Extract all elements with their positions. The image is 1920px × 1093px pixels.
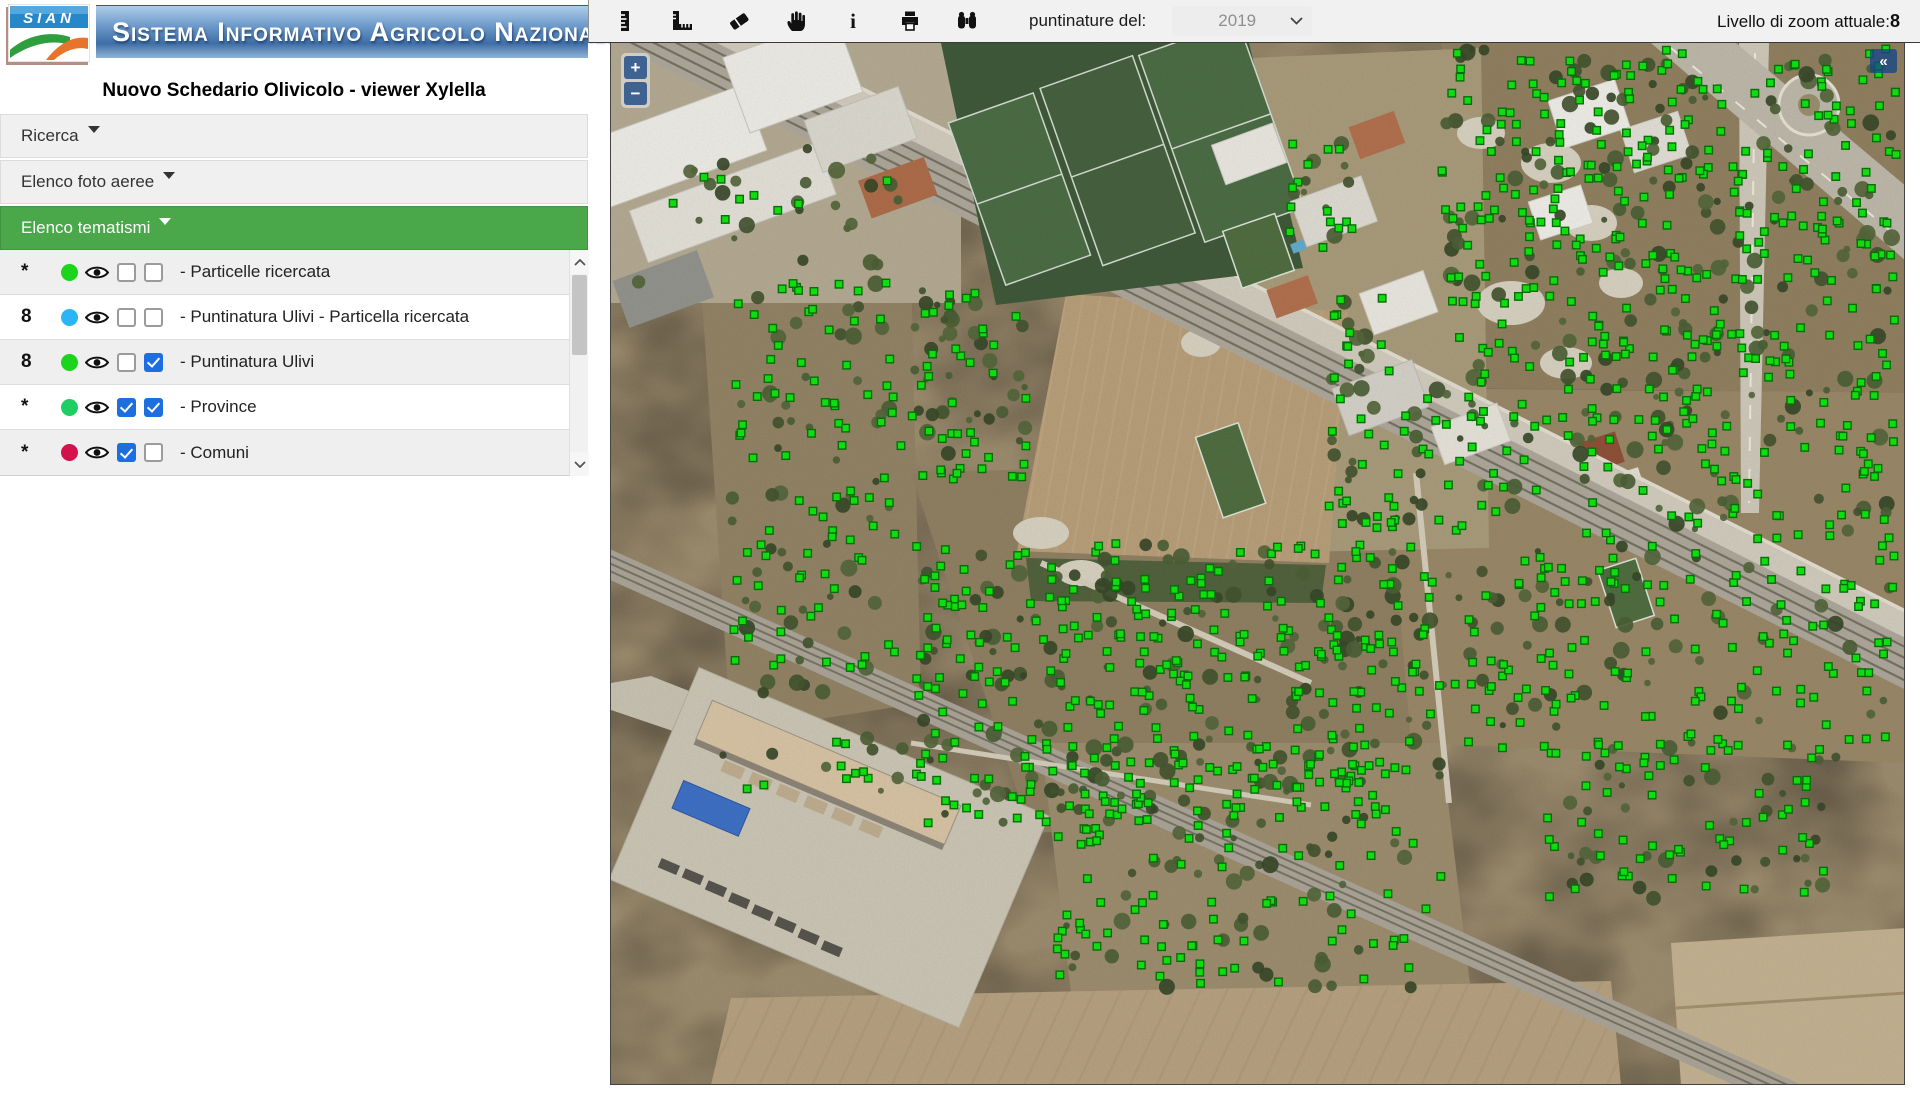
zoom-in-button[interactable]: +	[624, 56, 647, 79]
scroll-up-icon[interactable]	[570, 250, 589, 274]
layer-checkbox-2[interactable]	[144, 398, 163, 417]
eye-icon[interactable]	[85, 444, 109, 461]
layer-checkbox-1[interactable]	[117, 353, 136, 372]
noise-overlay	[611, 43, 1905, 1085]
layer-checkbox-2[interactable]	[144, 308, 163, 327]
layer-color-dot	[61, 264, 78, 281]
tool-buttons: i	[611, 7, 981, 35]
chevron-down-icon	[1290, 17, 1303, 25]
panel-tematismi-label: Elenco tematismi	[21, 218, 150, 237]
sidebar-collapse-button[interactable]: «	[1870, 49, 1897, 73]
layer-checkbox-1[interactable]	[117, 263, 136, 282]
year-select-label: puntinature del:	[1029, 11, 1146, 31]
layer-label: - Puntinatura Ulivi	[180, 352, 314, 372]
sidebar-panels: Ricerca Elenco foto aeree Elenco tematis…	[0, 114, 588, 252]
layer-scale-indicator: *	[21, 396, 61, 418]
layer-row-comuni: * - Comuni	[0, 430, 588, 475]
layer-row-particelle-ricercata: * - Particelle ricercata	[0, 250, 588, 295]
layer-row-province: * - Province	[0, 385, 588, 430]
panel-ricerca[interactable]: Ricerca	[0, 114, 588, 158]
eye-icon[interactable]	[85, 354, 109, 371]
layer-color-dot	[61, 444, 78, 461]
sidebar: SIAN Sistema Informativo Agricolo Nazion…	[0, 0, 588, 1093]
measure-area-ruler-square-icon[interactable]	[668, 7, 696, 35]
layer-checkbox-1[interactable]	[117, 308, 136, 327]
layer-scale-indicator: *	[21, 261, 61, 283]
panel-elenco-foto-aeree[interactable]: Elenco foto aeree	[0, 160, 588, 204]
banner-title: Sistema Informativo Agricolo Nazionale	[112, 17, 620, 48]
eye-icon[interactable]	[85, 399, 109, 416]
layer-row-puntinatura-particella: 8 - Puntinatura Ulivi - Particella ricer…	[0, 295, 588, 340]
layer-label: - Particelle ricercata	[180, 262, 330, 282]
app-banner: Sistema Informativo Agricolo Nazionale	[96, 5, 588, 58]
layer-list: * - Particelle ricercata 8 - Puntinatura…	[0, 250, 588, 476]
sian-logo-text: SIAN	[23, 10, 75, 27]
layer-row-puntinatura-ulivi: 8 - Puntinatura Ulivi	[0, 340, 588, 385]
layer-checkbox-2[interactable]	[144, 353, 163, 372]
zoom-level-indicator: Livello di zoom attuale:8	[1717, 11, 1906, 32]
pan-hand-icon[interactable]	[782, 7, 810, 35]
layer-color-dot	[61, 309, 78, 326]
layer-list-scrollbar[interactable]	[569, 250, 588, 476]
eraser-icon[interactable]	[725, 7, 753, 35]
aerial-imagery	[611, 43, 1905, 1085]
map-canvas[interactable]: + − «	[610, 43, 1905, 1085]
panel-foto-label: Elenco foto aeree	[21, 172, 154, 191]
chevron-down-icon	[159, 218, 171, 231]
binoculars-search-icon[interactable]	[953, 7, 981, 35]
panel-elenco-tematismi[interactable]: Elenco tematismi	[0, 206, 588, 250]
layer-color-dot	[61, 354, 78, 371]
scroll-down-icon[interactable]	[570, 452, 589, 476]
sian-logo: SIAN	[8, 4, 90, 62]
layer-checkbox-2[interactable]	[144, 263, 163, 282]
layer-checkbox-1[interactable]	[117, 398, 136, 417]
year-select-value: 2019	[1218, 11, 1256, 31]
layer-scale-indicator: 8	[21, 306, 61, 328]
layer-scale-indicator: *	[21, 442, 61, 464]
svg-text:i: i	[850, 9, 856, 33]
zoom-level-label: Livello di zoom attuale:	[1717, 12, 1890, 31]
layer-color-dot	[61, 399, 78, 416]
layer-label: - Puntinatura Ulivi - Particella ricerca…	[180, 307, 469, 327]
page-title: Nuovo Schedario Olivicolo - viewer Xylel…	[0, 80, 588, 102]
layer-scale-indicator: 8	[21, 351, 61, 373]
info-icon[interactable]: i	[839, 7, 867, 35]
layer-checkbox-2[interactable]	[144, 443, 163, 462]
measure-ruler-icon[interactable]	[611, 7, 639, 35]
layer-label: - Comuni	[180, 443, 249, 463]
layer-checkbox-1[interactable]	[117, 443, 136, 462]
layer-label: - Province	[180, 397, 257, 417]
zoom-level-value: 8	[1890, 11, 1900, 31]
year-select[interactable]: 2019	[1172, 6, 1312, 36]
eye-icon[interactable]	[85, 264, 109, 281]
zoom-out-button[interactable]: −	[624, 82, 647, 105]
panel-ricerca-label: Ricerca	[21, 126, 79, 145]
sian-logo-graphic: SIAN	[8, 4, 90, 62]
print-icon[interactable]	[896, 7, 924, 35]
scrollbar-thumb[interactable]	[572, 275, 587, 355]
eye-icon[interactable]	[85, 309, 109, 326]
map-zoom-control: + −	[621, 53, 650, 108]
map-toolbar: i puntinature del: 2019 Livello di zoom …	[588, 0, 1920, 43]
chevron-down-icon	[163, 172, 175, 185]
chevron-down-icon	[88, 126, 100, 139]
